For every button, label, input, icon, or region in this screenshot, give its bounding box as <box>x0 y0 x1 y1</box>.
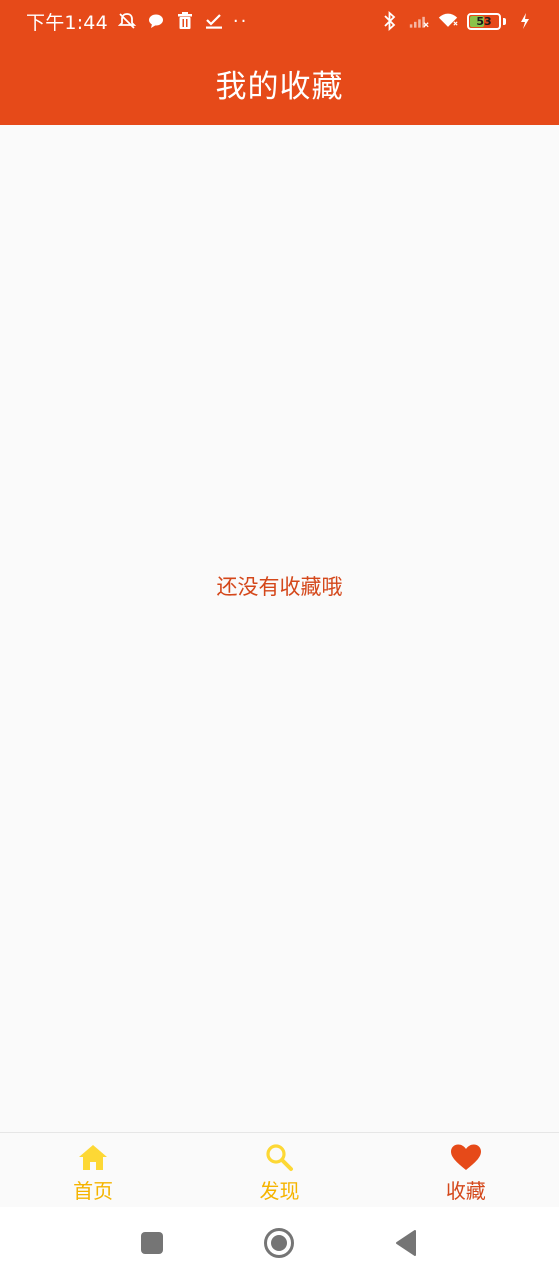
battery-body: 53 <box>467 12 501 30</box>
battery-cap <box>503 17 506 25</box>
favorites-list-area: 还没有收藏哦 <box>0 125 559 1132</box>
nav-item-discover[interactable]: 发现 <box>186 1133 372 1207</box>
signal-icon <box>409 11 429 31</box>
system-navigation-bar <box>0 1207 559 1280</box>
chat-bubble-icon <box>146 11 166 31</box>
mute-icon <box>117 11 137 31</box>
search-icon <box>263 1142 295 1172</box>
battery-icon: 53 <box>467 12 506 30</box>
page-title: 我的收藏 <box>215 69 344 105</box>
bottom-navigation: 首页 发现 收藏 <box>0 1132 559 1207</box>
favorites-screen: 下午1:44 ·· 53 我的收藏 还没有收藏哦 首页 发现 收藏 <box>0 0 559 1280</box>
nav-item-home[interactable]: 首页 <box>0 1133 186 1207</box>
empty-state-message: 还没有收藏哦 <box>216 575 343 599</box>
wifi-icon <box>438 11 458 31</box>
checkmark-icon <box>204 11 224 31</box>
nav-label-favorites: 收藏 <box>445 1179 486 1203</box>
status-bar: 下午1:44 ·· 53 <box>0 0 559 42</box>
home-icon <box>77 1142 109 1172</box>
bluetooth-icon <box>380 11 400 31</box>
battery-percent: 53 <box>476 14 492 28</box>
top-bar: 下午1:44 ·· 53 我的收藏 <box>0 0 559 125</box>
more-dots-icon: ·· <box>232 10 249 32</box>
nav-item-favorites[interactable]: 收藏 <box>373 1133 559 1207</box>
trash-icon <box>175 11 195 31</box>
status-right: 53 <box>380 11 535 31</box>
nav-label-home: 首页 <box>73 1179 114 1203</box>
charging-icon <box>515 11 535 31</box>
status-time: 下午1:44 <box>26 11 108 34</box>
status-left: 下午1:44 ·· <box>26 8 248 35</box>
back-button[interactable] <box>390 1227 422 1259</box>
home-button[interactable] <box>263 1227 295 1259</box>
nav-label-discover: 发现 <box>259 1179 300 1203</box>
heart-icon <box>450 1142 482 1172</box>
recents-button[interactable] <box>136 1227 168 1259</box>
